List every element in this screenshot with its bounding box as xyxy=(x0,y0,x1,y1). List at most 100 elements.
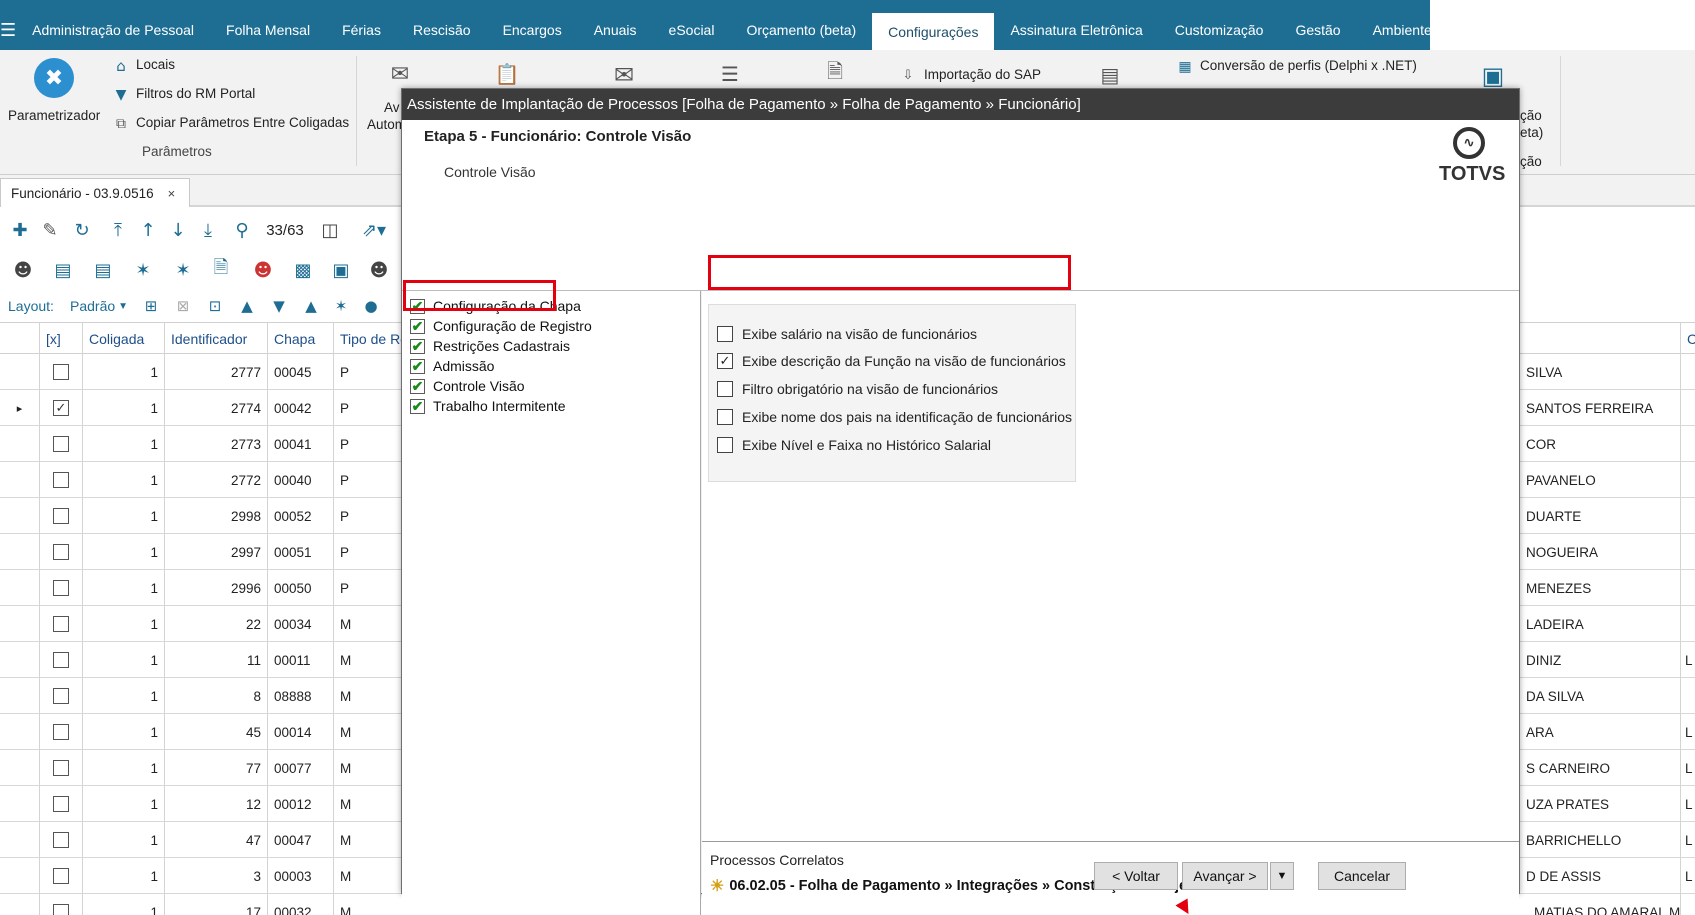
row-select-checkbox[interactable] xyxy=(53,724,69,740)
database-icon[interactable]: ▤ xyxy=(48,256,78,284)
row-select-checkbox[interactable] xyxy=(53,544,69,560)
menu-folha-mensal[interactable]: Folha Mensal xyxy=(210,10,326,50)
wizard-step-item[interactable]: ✔ Admissão xyxy=(410,356,494,376)
document-icon[interactable]: 🗎 xyxy=(820,59,850,88)
cancel-button[interactable]: Cancelar xyxy=(1318,862,1406,890)
menu-anuais[interactable]: Anuais xyxy=(578,10,653,50)
menu-orcamento[interactable]: Orçamento (beta) xyxy=(730,10,872,50)
option-item[interactable]: Exibe salário na visão de funcionários xyxy=(717,323,977,345)
menu-encargos[interactable]: Encargos xyxy=(487,10,578,50)
copiar-button[interactable]: Copiar Parâmetros Entre Coligadas xyxy=(136,115,349,130)
wizard-step-item[interactable]: ✔ Restrições Cadastrais xyxy=(410,336,570,356)
column-header-select[interactable]: [x] xyxy=(40,323,83,355)
menu-ferias[interactable]: Férias xyxy=(326,10,397,50)
row-select-checkbox[interactable] xyxy=(53,760,69,776)
filtros-button[interactable]: Filtros do RM Portal xyxy=(136,86,255,101)
layout-up-icon[interactable]: ▲ xyxy=(236,292,258,320)
option-checkbox[interactable] xyxy=(717,326,733,342)
edit-icon[interactable]: ✎ xyxy=(38,216,62,244)
column-header-chapa[interactable]: Chapa xyxy=(268,323,334,355)
row-select-checkbox[interactable] xyxy=(53,580,69,596)
row-select-checkbox[interactable]: ✓ xyxy=(53,400,69,416)
option-checkbox[interactable] xyxy=(717,437,733,453)
back-button[interactable]: < Voltar xyxy=(1094,862,1178,890)
wizard-step-item[interactable]: ✔ Configuração da Chapa xyxy=(410,296,581,316)
option-item[interactable]: ✓ Exibe descrição da Função na visão de f… xyxy=(717,350,1066,372)
menu-assinatura[interactable]: Assinatura Eletrônica xyxy=(994,10,1158,50)
column-header-coligada[interactable]: Coligada xyxy=(83,323,165,355)
first-record-icon[interactable]: ⤒ xyxy=(106,216,130,244)
last-record-icon[interactable]: ⤓ xyxy=(196,216,220,244)
menu-administracao[interactable]: Administração de Pessoal xyxy=(16,10,210,50)
card-icon[interactable]: ▣ xyxy=(326,256,356,284)
menu-rescisao[interactable]: Rescisão xyxy=(397,10,487,50)
locais-button[interactable]: Locais xyxy=(136,57,175,72)
pin-icon[interactable]: ✶ xyxy=(128,256,158,284)
wizard-step-item[interactable]: ✔ Controle Visão xyxy=(410,376,525,396)
paint-icon[interactable]: ▲ xyxy=(300,292,322,320)
layout-remove-icon[interactable]: ⊠ xyxy=(172,292,194,320)
importacao-button[interactable]: Importação do SAP xyxy=(924,67,1041,82)
close-icon[interactable]: × xyxy=(168,186,176,201)
database-icon[interactable]: ▤ xyxy=(1090,62,1130,88)
next-record-icon[interactable]: ↓ xyxy=(166,216,190,244)
parametrizador-icon[interactable]: ✖ xyxy=(34,58,74,98)
option-checkbox[interactable] xyxy=(717,409,733,425)
column-header-tipo[interactable]: Tipo de Re xyxy=(334,323,404,355)
layout-add-icon[interactable]: ⊞ xyxy=(140,292,162,320)
row-select-checkbox[interactable] xyxy=(53,796,69,812)
columns-icon[interactable]: ◫ xyxy=(318,216,342,244)
column-header-right[interactable]: C xyxy=(1680,323,1695,355)
menu-gestao[interactable]: Gestão xyxy=(1279,10,1356,50)
next-button[interactable]: Avançar > xyxy=(1182,862,1268,890)
report-icon[interactable]: 🗎 xyxy=(206,256,236,284)
option-item[interactable]: Exibe nome dos pais na identificação de … xyxy=(717,406,1072,428)
menu-customizacao[interactable]: Customização xyxy=(1159,10,1280,50)
unpin-icon[interactable]: ✶ xyxy=(168,256,198,284)
wizard-step-item[interactable]: ✔ Configuração de Registro xyxy=(410,316,592,336)
export-icon[interactable]: ⇗▾ xyxy=(358,216,390,244)
row-select-checkbox[interactable] xyxy=(53,904,69,915)
package-icon[interactable]: ▩ xyxy=(288,256,318,284)
layout-down-icon[interactable]: ▼ xyxy=(268,292,290,320)
clipboard-icon[interactable]: 📋 xyxy=(494,60,520,88)
layout-select[interactable]: Padrão ▼ xyxy=(70,292,128,320)
add-icon[interactable]: ✚ xyxy=(8,216,32,244)
filter-color-icon[interactable]: ● xyxy=(360,292,382,320)
search-icon[interactable]: ⚲ xyxy=(230,216,254,244)
monitor-icon[interactable]: ▣ xyxy=(1475,62,1511,90)
previous-record-icon[interactable]: ↑ xyxy=(136,216,160,244)
option-checkbox[interactable] xyxy=(717,381,733,397)
conversao-button[interactable]: Conversão de perfis (Delphi x .NET) xyxy=(1200,58,1417,73)
menu-esocial[interactable]: eSocial xyxy=(653,10,731,50)
column-header-identificador[interactable]: Identificador xyxy=(165,323,268,355)
option-item[interactable]: Filtro obrigatório na visão de funcionár… xyxy=(717,378,998,400)
user-delete-icon[interactable]: ☻ xyxy=(248,256,278,284)
users-search-icon[interactable]: ☻ xyxy=(364,256,394,284)
row-select-checkbox[interactable] xyxy=(53,364,69,380)
next-dropdown-button[interactable]: ▼ xyxy=(1270,862,1294,890)
menu-configuracoes[interactable]: Configurações xyxy=(872,10,995,50)
refresh-icon[interactable]: ↻ xyxy=(70,216,94,244)
layout-save-icon[interactable]: ⊡ xyxy=(204,292,226,320)
mail-icon[interactable]: ✉ xyxy=(606,61,642,89)
row-select-checkbox[interactable] xyxy=(53,652,69,668)
option-item[interactable]: Exibe Nível e Faixa no Histórico Salaria… xyxy=(717,434,991,456)
row-select-checkbox[interactable] xyxy=(53,616,69,632)
database-add-icon[interactable]: ▤ xyxy=(88,256,118,284)
row-select-checkbox[interactable] xyxy=(53,472,69,488)
user-remove-icon[interactable]: ☻ xyxy=(8,256,38,284)
tab-funcionario[interactable]: Funcionário - 03.9.0516 × xyxy=(0,178,190,207)
wizard-step-item[interactable]: ✔ Trabalho Intermitente xyxy=(410,396,566,416)
parametrizador-button[interactable]: Parametrizador xyxy=(8,108,100,123)
row-select-checkbox[interactable] xyxy=(53,508,69,524)
row-select-checkbox[interactable] xyxy=(53,688,69,704)
list-icon[interactable]: ☰ xyxy=(713,60,747,88)
envelope-icon[interactable]: ✉ xyxy=(385,60,415,88)
hamburger-icon[interactable]: ☰ xyxy=(0,10,16,50)
option-checkbox[interactable]: ✓ xyxy=(717,353,733,369)
row-select-checkbox[interactable] xyxy=(53,436,69,452)
row-select-checkbox[interactable] xyxy=(53,868,69,884)
pin-layout-icon[interactable]: ✶ xyxy=(330,292,352,320)
row-select-checkbox[interactable] xyxy=(53,832,69,848)
